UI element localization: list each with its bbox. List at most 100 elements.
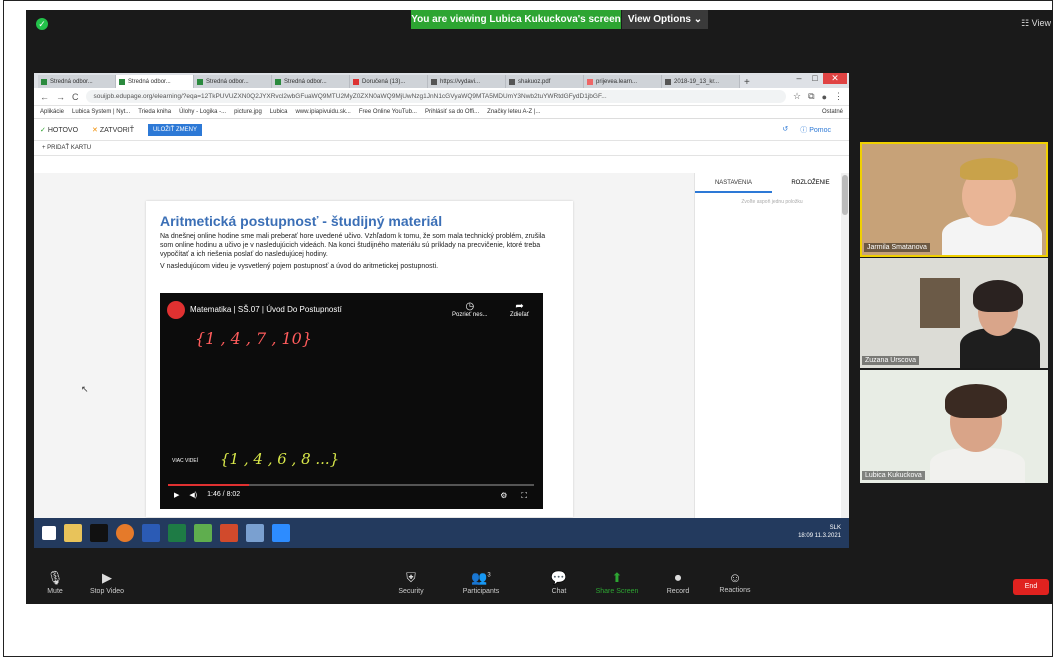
star-icon[interactable]: ☆: [793, 91, 801, 102]
bookmark-item[interactable]: Lubica: [270, 109, 288, 115]
extensions-icon[interactable]: ⧉: [808, 91, 814, 102]
study-material-card[interactable]: Aritmetická postupnosť - študijný materi…: [146, 201, 573, 517]
chrome-icon[interactable]: [116, 524, 134, 542]
word-icon[interactable]: [142, 524, 160, 542]
done-button[interactable]: ✓ HOTOVO: [40, 126, 78, 134]
undo-icon[interactable]: ↺: [782, 125, 788, 135]
bookmark-item[interactable]: Aplikácie: [40, 109, 64, 115]
reload-icon[interactable]: C: [72, 92, 79, 102]
excel-icon[interactable]: [168, 524, 186, 542]
participant-video-tile[interactable]: Zuzana Urscova: [860, 258, 1048, 368]
watch-later-button[interactable]: ◷ Pozrieť nes...: [452, 301, 488, 318]
share-button[interactable]: ➦ Zdieľať: [510, 301, 529, 318]
participant-hair: [960, 158, 1018, 180]
menu-icon[interactable]: ⋮: [834, 91, 843, 102]
zoom-app-icon[interactable]: [272, 524, 290, 542]
scrollbar[interactable]: [841, 173, 849, 548]
browser-tab[interactable]: shakuoz.pdf: [506, 75, 584, 88]
settings-gear-icon[interactable]: ⚙: [500, 491, 507, 501]
help-button[interactable]: ⓘ Pomoc: [800, 125, 831, 135]
file-explorer-icon[interactable]: [64, 524, 82, 542]
bookmark-item[interactable]: Free Online YouTub...: [359, 109, 417, 115]
forward-icon[interactable]: →: [56, 92, 65, 102]
record-icon: ⏺: [674, 570, 682, 585]
tab-layout[interactable]: ROZLOŽENIE: [772, 173, 849, 193]
browser-tab-active[interactable]: Stredná odbor...: [116, 75, 194, 88]
clock-time[interactable]: 18:09: [798, 533, 813, 539]
back-icon[interactable]: ←: [40, 92, 49, 102]
tab-settings[interactable]: NASTAVENIA: [695, 173, 772, 193]
paint-icon[interactable]: [246, 524, 264, 542]
browser-tab[interactable]: Stredná odbor...: [194, 75, 272, 88]
video-intro-paragraph: V nasledujúcom videu je vysvetlený pojem…: [160, 263, 439, 270]
participant-name: Jarmila Smatanova: [864, 243, 930, 252]
bookmark-item[interactable]: Značky leteu A-Z |...: [487, 109, 540, 115]
security-button[interactable]: ⛨ Security: [386, 570, 436, 595]
video-title[interactable]: Matematika | SŠ.07 | Úvod Do Postupností: [190, 305, 342, 314]
record-button[interactable]: ⏺ Record: [653, 570, 703, 595]
bookmark-item[interactable]: Prihlásiť sa do Offi...: [425, 109, 479, 115]
bookmark-item[interactable]: Lubica System | Nyt...: [72, 109, 130, 115]
close-icon[interactable]: ✕: [823, 73, 847, 84]
maximize-icon[interactable]: □: [807, 73, 823, 84]
minimize-icon[interactable]: –: [791, 73, 807, 84]
browser-tab[interactable]: prijevea.learn...: [584, 75, 662, 88]
channel-logo-icon[interactable]: [167, 301, 185, 319]
bookmark-item[interactable]: www.ipiapivuidu.sk...: [295, 109, 350, 115]
language-indicator[interactable]: SLK: [830, 525, 841, 531]
editor-content-area: Aritmetická postupnosť - študijný materi…: [34, 173, 849, 548]
mouse-cursor-icon: ↖: [81, 384, 89, 394]
encryption-shield-icon[interactable]: ✓: [36, 18, 48, 30]
chat-button[interactable]: 💬 Chat: [534, 570, 584, 595]
youtube-video-player[interactable]: Matematika | SŠ.07 | Úvod Do Postupností…: [160, 293, 543, 509]
app-icon[interactable]: [194, 524, 212, 542]
view-options-button[interactable]: View Options ⌄: [622, 10, 708, 29]
fullscreen-icon[interactable]: ⛶: [521, 491, 527, 501]
share-screen-button[interactable]: ⬆ Share Screen: [592, 570, 642, 595]
participant-video-tile[interactable]: Lubica Kukuckova: [860, 370, 1048, 483]
browser-tab[interactable]: Stredná odbor...: [38, 75, 116, 88]
mute-button[interactable]: 🎙 Mute: [30, 570, 80, 595]
bookmark-item[interactable]: Trieda kniha: [138, 109, 171, 115]
stop-video-button[interactable]: ▶ Stop Video: [82, 570, 132, 595]
close-editor-button[interactable]: ✕ ZATVORIŤ: [92, 126, 134, 134]
browser-tab[interactable]: https://vydavi...: [428, 75, 506, 88]
end-meeting-button[interactable]: End: [1013, 579, 1049, 595]
bookmark-folder[interactable]: Ostatné: [822, 109, 843, 115]
board-sequence-2: {1 , 4 , 6 , 8 ...}: [220, 450, 340, 468]
bookmark-item[interactable]: picture.jpg: [234, 109, 262, 115]
browser-tab[interactable]: Stredná odbor...: [272, 75, 350, 88]
window-controls: – □ ✕: [791, 73, 847, 84]
start-icon[interactable]: [42, 526, 56, 540]
save-changes-button[interactable]: ULOŽIŤ ZMENY: [147, 123, 202, 136]
add-card-button[interactable]: + PRIDAŤ KARTU: [42, 145, 91, 151]
clock-icon: ◷: [465, 301, 475, 312]
powerpoint-icon[interactable]: [220, 524, 238, 542]
windows-taskbar: SLK 18:09 11.3.2021: [34, 518, 849, 548]
share-icon: ➦: [515, 301, 524, 312]
page-title: Aritmetická postupnosť - študijný materi…: [160, 213, 443, 229]
url-input[interactable]: souijpb.edupage.org/elearning/?eqa=12TkP…: [85, 90, 787, 103]
app-icon[interactable]: [90, 524, 108, 542]
volume-icon[interactable]: ◀): [189, 491, 197, 499]
browser-tab-strip: Stredná odbor... Stredná odbor... Stredn…: [34, 73, 849, 88]
pdf-icon: [587, 78, 593, 85]
view-button[interactable]: ☷ View: [1021, 18, 1051, 29]
favicon-icon: [197, 78, 203, 85]
more-videos-label[interactable]: VIAC VIDEÍ: [172, 458, 198, 464]
profile-icon[interactable]: ●: [822, 92, 827, 102]
video-progress-bar[interactable]: [168, 484, 534, 486]
scrollbar-thumb[interactable]: [842, 175, 848, 215]
shared-browser-window: Stredná odbor... Stredná odbor... Stredn…: [34, 73, 849, 548]
bookmark-item[interactable]: Úlohy - Logika -...: [179, 109, 226, 115]
new-tab-button[interactable]: +: [744, 77, 750, 88]
clock-date[interactable]: 11.3.2021: [815, 533, 841, 539]
play-icon[interactable]: ▶: [174, 491, 179, 499]
panel-hint: Zvoľte aspoň jednu položku: [741, 199, 803, 205]
participant-video-tile[interactable]: Jarmila Smatanova: [860, 142, 1048, 257]
browser-tab[interactable]: Doručená (13)...: [350, 75, 428, 88]
intro-paragraph: Na dnešnej online hodine sme mali preber…: [160, 233, 546, 258]
participants-button[interactable]: 👥3 Participants: [456, 570, 506, 595]
browser-tab[interactable]: 2018-19_13_kr...: [662, 75, 740, 88]
reactions-button[interactable]: ☺ Reactions: [710, 570, 760, 594]
